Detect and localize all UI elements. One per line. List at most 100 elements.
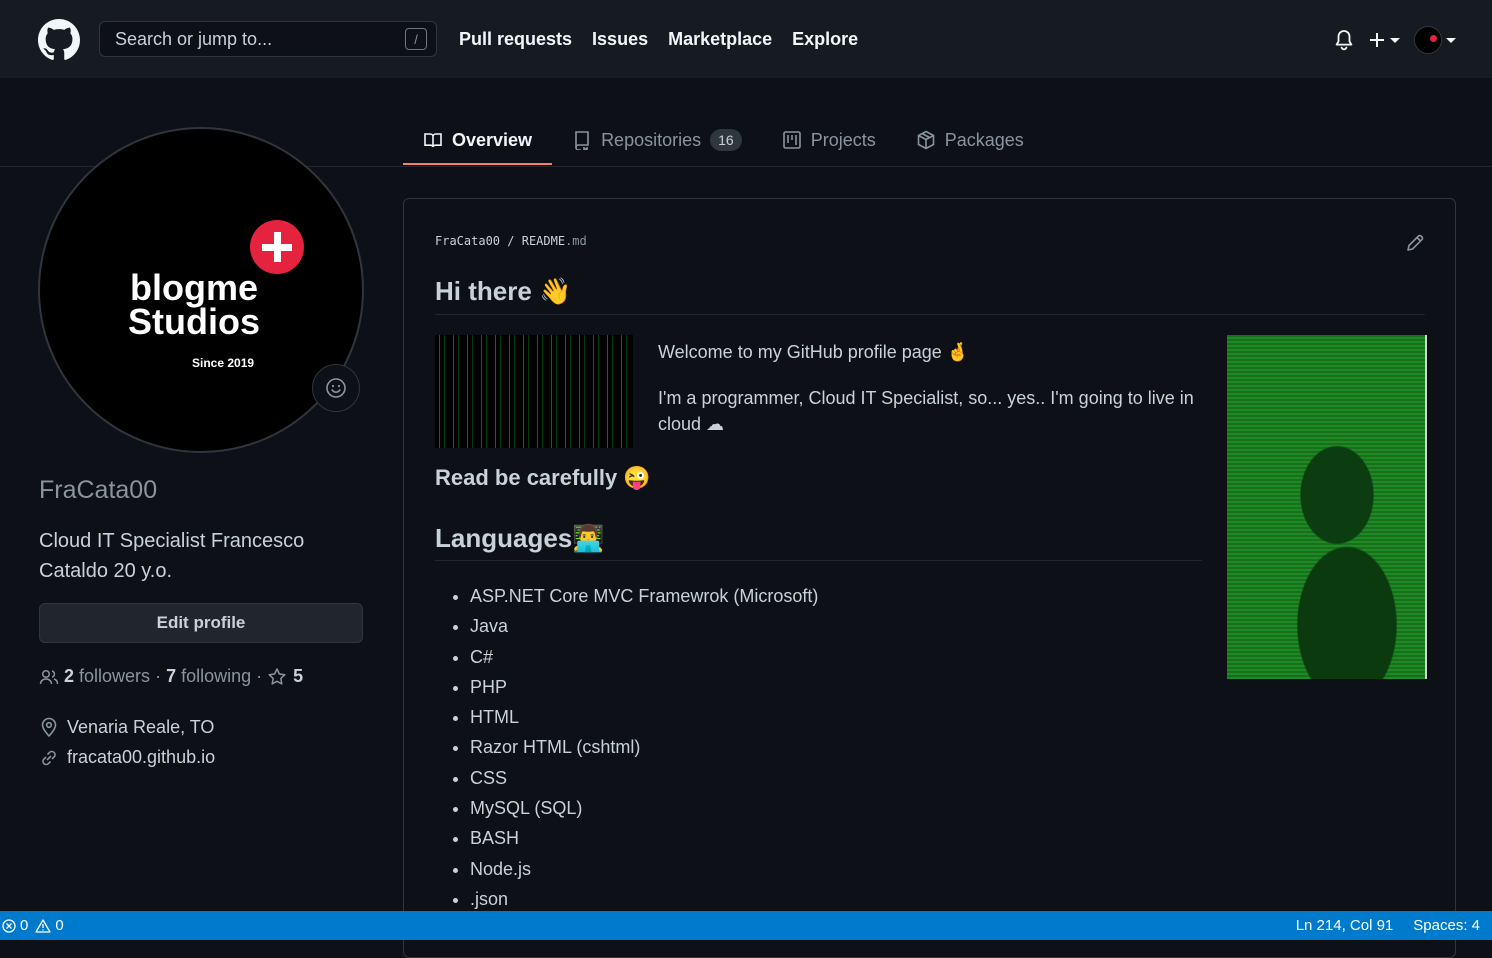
heading-text: Hi there xyxy=(435,276,532,306)
tab-overview[interactable]: Overview xyxy=(403,117,553,165)
profile-bio: Cloud IT Specialist Francesco Cataldo 20… xyxy=(39,530,305,582)
link-icon xyxy=(42,750,56,765)
nav-issues[interactable]: Issues xyxy=(592,29,648,50)
header-actions xyxy=(1334,26,1456,54)
tab-projects[interactable]: Projects xyxy=(762,117,896,165)
languages-list: ASP.NET Core MVC Framewrok (Microsoft) J… xyxy=(470,581,818,914)
people-icon xyxy=(39,669,59,684)
repo-icon xyxy=(575,131,589,150)
nav-pull-requests[interactable]: Pull requests xyxy=(459,29,572,50)
nav-explore[interactable]: Explore xyxy=(792,29,858,50)
search-input[interactable] xyxy=(100,27,405,51)
location-icon xyxy=(41,717,57,738)
avatar-brand-line2: Studios xyxy=(128,301,260,342)
package-icon xyxy=(917,130,935,150)
list-item: C# xyxy=(470,642,818,672)
tab-label: Repositories xyxy=(601,129,702,150)
avatar-brand-line1: blogme xyxy=(129,267,258,308)
wave-emoji: 👋 xyxy=(539,276,572,306)
search-box[interactable]: / xyxy=(99,21,437,57)
profile-tabs: Overview Repositories 16 Projects Packag… xyxy=(403,117,1044,165)
stars-count: 5 xyxy=(293,666,304,686)
github-logo-icon[interactable] xyxy=(38,19,80,61)
languages-heading: Languages👨‍💻 xyxy=(435,523,605,554)
avatar-since-text: Since 2019 xyxy=(192,356,255,370)
indentation-setting[interactable]: Spaces: 4 xyxy=(1413,917,1480,934)
tab-label: Packages xyxy=(944,129,1024,150)
read-heading: Read be carefully 😜 xyxy=(435,465,651,491)
welcome-text: Welcome to my GitHub profile page 🤞 xyxy=(658,342,970,362)
list-item: MySQL (SQL) xyxy=(470,793,818,823)
warning-icon xyxy=(35,918,51,933)
smiley-icon xyxy=(326,378,346,398)
followers-link[interactable]: 2 followers xyxy=(64,666,150,687)
list-item: ASP.NET Core MVC Framewrok (Microsoft) xyxy=(470,581,818,611)
avatar-brand-text: blogme Studios xyxy=(124,267,264,342)
nav-marketplace[interactable]: Marketplace xyxy=(668,29,772,50)
following-label: following xyxy=(181,666,252,686)
followers-count: 2 xyxy=(64,666,75,686)
profile-website: fracata00.github.io xyxy=(39,747,215,768)
brand-plus-icon xyxy=(250,220,304,274)
top-header: / Pull requests Issues Marketplace Explo… xyxy=(0,0,1492,78)
breadcrumb-separator: / xyxy=(507,234,522,248)
readme-owner-link[interactable]: FraCata00 xyxy=(435,234,500,248)
tab-label: Projects xyxy=(810,129,876,150)
list-item: CSS xyxy=(470,763,818,793)
set-status-button[interactable] xyxy=(312,364,360,412)
profile-avatar[interactable]: blogme Studios Since 2019 xyxy=(38,127,364,453)
editor-status-bar: 0 0 Ln 214, Col 91 Spaces: 4 xyxy=(0,911,1492,940)
intro-text: I'm a programmer, Cloud IT Specialist, s… xyxy=(658,388,1194,434)
following-count: 7 xyxy=(166,666,177,686)
followers-label: followers xyxy=(79,666,151,686)
following-link[interactable]: 7 following xyxy=(166,666,251,687)
separator-dot: · xyxy=(155,666,162,686)
stars-link[interactable]: 5 xyxy=(267,666,303,687)
location-text: Venaria Reale, TO xyxy=(67,716,215,737)
repo-count-badge: 16 xyxy=(710,129,742,151)
website-link[interactable]: fracata00.github.io xyxy=(67,747,215,768)
tab-label: Overview xyxy=(452,129,533,150)
chevron-down-icon xyxy=(1390,37,1400,43)
warning-count: 0 xyxy=(55,917,64,934)
languages-divider xyxy=(435,560,1202,561)
profile-username: FraCata00 xyxy=(39,476,158,504)
error-icon xyxy=(2,918,16,933)
readme-file-ext: .md xyxy=(565,234,587,248)
technologist-emoji: 👨‍💻 xyxy=(572,523,605,553)
project-icon xyxy=(782,131,801,149)
matrix-gif-image xyxy=(435,335,633,448)
pencil-icon[interactable] xyxy=(1405,233,1425,253)
search-shortcut-key: / xyxy=(405,28,427,50)
plus-icon xyxy=(1370,33,1384,47)
user-menu-button[interactable] xyxy=(1414,26,1456,54)
top-nav: Pull requests Issues Marketplace Explore xyxy=(459,29,858,50)
star-icon xyxy=(268,667,286,685)
list-item: PHP xyxy=(470,672,818,702)
readme-breadcrumb: FraCata00 / README.md xyxy=(435,234,587,248)
follow-stats: 2 followers · 7 following · 5 xyxy=(39,666,303,687)
bell-icon[interactable] xyxy=(1334,29,1354,51)
tab-repositories[interactable]: Repositories 16 xyxy=(552,117,762,165)
list-item: BASH xyxy=(470,823,818,853)
cursor-position[interactable]: Ln 214, Col 91 xyxy=(1296,917,1394,934)
green-portrait-image xyxy=(1227,335,1427,679)
heading-divider xyxy=(435,314,1425,315)
tongue-emoji: 😜 xyxy=(623,465,651,490)
edit-profile-button[interactable]: Edit profile xyxy=(39,603,363,643)
list-item: HTML xyxy=(470,702,818,732)
book-icon xyxy=(424,133,442,148)
create-new-button[interactable] xyxy=(1368,31,1400,49)
list-item: Java xyxy=(470,611,818,641)
problems-indicator[interactable]: 0 0 xyxy=(2,917,64,934)
profile-location: Venaria Reale, TO xyxy=(39,716,214,738)
avatar xyxy=(1414,26,1442,54)
read-heading-text: Read be carefully xyxy=(435,465,618,490)
separator-dot: · xyxy=(256,666,263,686)
readme-file-name[interactable]: README xyxy=(522,234,565,248)
list-item: Razor HTML (cshtml) xyxy=(470,732,818,762)
tab-packages[interactable]: Packages xyxy=(896,117,1044,165)
readme-card: FraCata00 / README.md Hi there 👋 Welcome… xyxy=(403,198,1456,958)
readme-intro: Welcome to my GitHub profile page 🤞 I'm … xyxy=(658,339,1198,457)
error-count: 0 xyxy=(20,917,29,934)
